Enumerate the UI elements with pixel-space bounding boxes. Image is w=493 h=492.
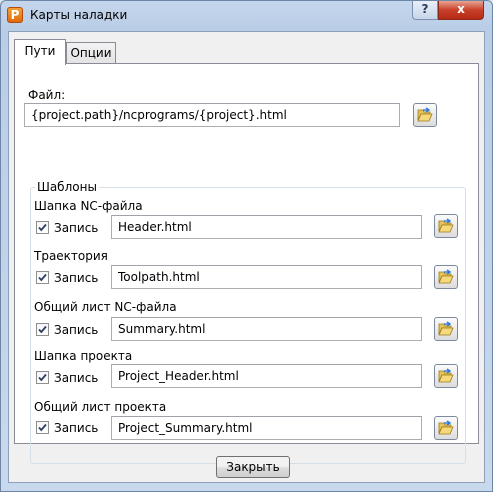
template-label-nc-header: Шапка NC-файла [34, 199, 143, 213]
template-label-project-header: Шапка проекта [34, 349, 133, 363]
close-icon: x [457, 2, 465, 16]
template-label-project-summary: Общий лист проекта [34, 400, 167, 414]
checkmark-icon [38, 223, 47, 232]
checkmark-icon [38, 325, 47, 334]
title-bar[interactable]: P Карты наладки ? x [1, 1, 492, 31]
record-checkbox-nc-header[interactable] [36, 221, 49, 234]
dialog-window: P Карты наладки ? x Пути Опции Файл: {pr… [0, 0, 493, 492]
browse-button-project-header[interactable] [434, 364, 458, 388]
checkmark-icon [38, 273, 47, 282]
folder-open-icon [438, 269, 454, 284]
checkmark-icon [38, 423, 47, 432]
tab-panel-paths: Файл: {project.path}/ncprograms/{project… [14, 63, 479, 464]
checkmark-icon [38, 373, 47, 382]
browse-button-nc-header[interactable] [434, 214, 458, 238]
close-window-button[interactable]: x [438, 1, 484, 20]
tab-options[interactable]: Опции [66, 42, 116, 64]
window-title: Карты наладки [30, 8, 128, 22]
close-button[interactable]: Закрыть [216, 456, 290, 478]
record-checkbox-nc-summary[interactable] [36, 323, 49, 336]
browse-button-nc-summary[interactable] [434, 317, 458, 341]
record-label-toolpath: Запись [54, 271, 99, 285]
folder-open-icon [417, 107, 433, 122]
record-label-project-header: Запись [54, 371, 99, 385]
template-label-nc-summary: Общий лист NC-файла [34, 300, 177, 314]
template-field-project-header[interactable]: Project_Header.html [111, 364, 422, 388]
folder-open-icon [438, 420, 454, 435]
templates-group-title: Шаблоны [35, 180, 99, 194]
record-label-nc-header: Запись [54, 221, 99, 235]
dialog-client: Пути Опции Файл: {project.path}/ncprogra… [8, 31, 485, 483]
app-logo-icon: P [7, 7, 23, 23]
file-path-field[interactable]: {project.path}/ncprograms/{project}.html [24, 103, 400, 127]
browse-button-project-summary[interactable] [434, 416, 458, 440]
template-field-toolpath[interactable]: Toolpath.html [111, 265, 422, 289]
tab-paths[interactable]: Пути [14, 39, 66, 65]
record-checkbox-toolpath[interactable] [36, 271, 49, 284]
template-label-toolpath: Траектория [34, 249, 108, 263]
file-browse-button[interactable] [413, 103, 437, 127]
record-checkbox-project-summary[interactable] [36, 421, 49, 434]
file-label: Файл: [28, 88, 66, 102]
folder-open-icon [438, 218, 454, 233]
browse-button-toolpath[interactable] [434, 265, 458, 289]
folder-open-icon [438, 368, 454, 383]
template-field-project-summary[interactable]: Project_Summary.html [111, 416, 422, 440]
template-field-nc-header[interactable]: Header.html [111, 215, 422, 239]
record-label-project-summary: Запись [54, 421, 99, 435]
record-label-nc-summary: Запись [54, 323, 99, 337]
help-button[interactable]: ? [412, 1, 438, 20]
record-checkbox-project-header[interactable] [36, 371, 49, 384]
folder-open-icon [438, 321, 454, 336]
template-field-nc-summary[interactable]: Summary.html [111, 317, 422, 341]
